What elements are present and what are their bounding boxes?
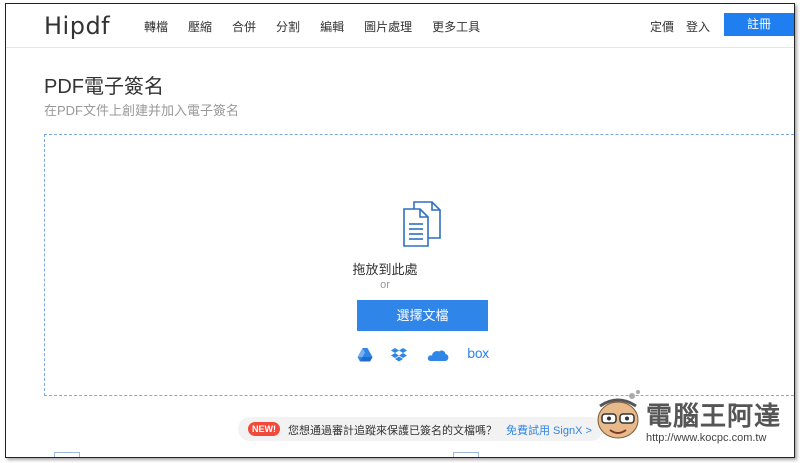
google-drive-icon[interactable]	[357, 347, 373, 363]
nav-item-image-tools[interactable]: 圖片處理	[364, 18, 412, 35]
browser-viewport: Hipdf 轉檔 壓縮 合併 分割 編輯 圖片處理 更多工具 定價 登入 註冊 …	[5, 3, 795, 458]
hipdf-logo[interactable]: Hipdf	[44, 12, 110, 40]
page-title: PDF電子簽名	[44, 76, 164, 98]
promo-bar: NEW! 您想通過審計追蹤來保護已簽名的文檔嗎？ 免費試用 SignX >	[238, 417, 603, 441]
watermark-title: 電腦王阿達	[646, 401, 782, 431]
kocpc-mascot-icon	[597, 390, 640, 439]
file-drop-zone[interactable]: 拖放到此處 or 選擇文檔 box	[44, 134, 794, 396]
box-icon[interactable]: box	[467, 347, 491, 363]
dropbox-icon[interactable]	[391, 347, 407, 363]
promo-text: 您想通過審計追蹤來保護已簽名的文檔嗎？	[288, 425, 497, 437]
cloud-services-row: box	[357, 347, 497, 363]
main-nav: 轉檔 壓縮 合併 分割 編輯 圖片處理 更多工具	[144, 18, 500, 35]
drop-here-text: 拖放到此處	[352, 262, 418, 277]
partial-feature-icon-right	[453, 452, 479, 457]
partial-feature-icon-left	[54, 452, 80, 457]
onedrive-icon[interactable]	[427, 347, 449, 363]
signup-button[interactable]: 註冊	[724, 13, 794, 36]
page-subtitle: 在PDF文件上創建并加入電子簽名	[44, 103, 240, 118]
nav-item-merge[interactable]: 合併	[232, 18, 256, 35]
top-header: Hipdf 轉檔 壓縮 合併 分割 編輯 圖片處理 更多工具 定價 登入 註冊	[6, 4, 794, 48]
choose-file-button[interactable]: 選擇文檔	[357, 300, 488, 331]
new-badge: NEW!	[248, 422, 280, 436]
pricing-link[interactable]: 定價	[650, 18, 674, 35]
documents-icon	[403, 201, 441, 247]
nav-item-convert[interactable]: 轉檔	[144, 18, 168, 35]
signx-trial-link[interactable]: 免費試用 SignX >	[506, 422, 592, 438]
nav-item-more-tools[interactable]: 更多工具	[432, 18, 480, 35]
login-link[interactable]: 登入	[686, 18, 710, 35]
nav-item-edit[interactable]: 編輯	[320, 18, 344, 35]
nav-item-split[interactable]: 分割	[276, 18, 300, 35]
watermark-url: http://www.kocpc.com.tw	[646, 432, 767, 444]
nav-item-compress[interactable]: 壓縮	[188, 18, 212, 35]
or-separator: or	[380, 279, 390, 291]
